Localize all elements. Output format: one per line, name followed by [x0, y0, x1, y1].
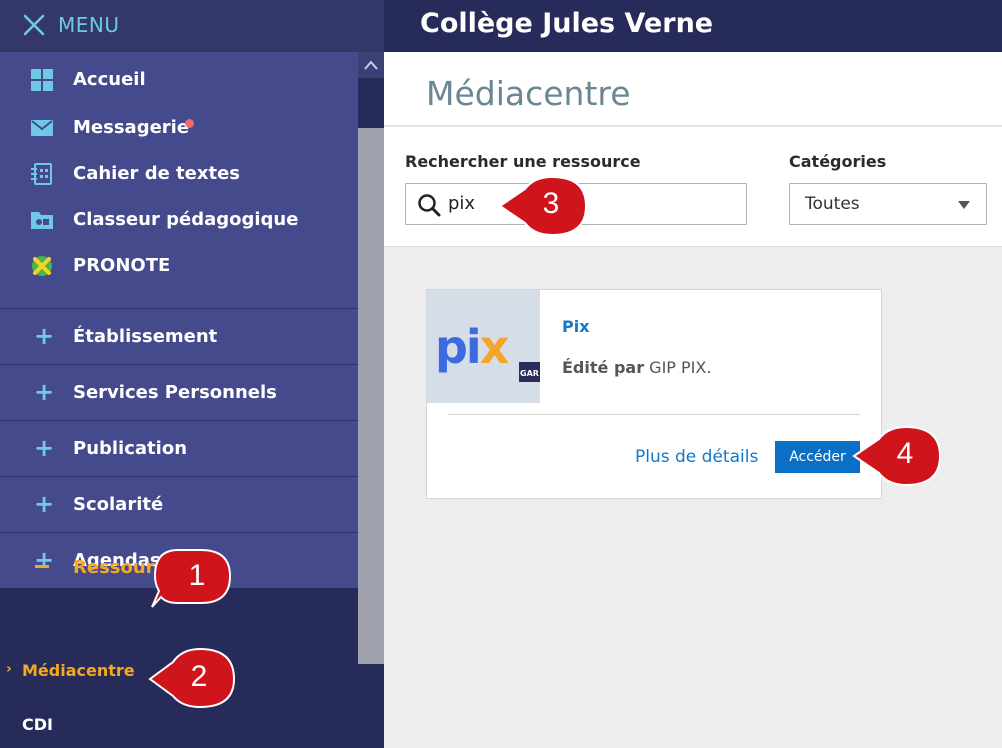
svg-text:GAR: GAR: [520, 369, 539, 378]
sidebar-section-services-personnels[interactable]: + Services Personnels: [0, 364, 358, 420]
section-label: Publication: [73, 438, 188, 459]
nav-panel: Accueil Messagerie Cahier de textes Clas…: [0, 52, 358, 588]
sidebar-item-label: Messagerie: [73, 117, 190, 138]
editor-label: Édité par: [562, 358, 645, 377]
sidebar-item-label: Accueil: [73, 69, 146, 90]
sidebar-subitem-cdi[interactable]: CDI: [0, 705, 358, 745]
collapse-icon: [35, 565, 49, 568]
menu-toggle[interactable]: MENU: [0, 0, 384, 52]
expand-icon: +: [34, 434, 55, 462]
svg-text:pix: pix: [435, 320, 509, 374]
page-header: Médiacentre: [384, 52, 1002, 126]
section-label: Établissement: [73, 326, 218, 347]
search-input-value: pix: [448, 193, 476, 214]
chevron-up-icon: [364, 60, 378, 70]
scroll-thumb[interactable]: [358, 128, 384, 664]
pix-logo: pix GAR: [427, 290, 540, 403]
school-name: Collège Jules Verne: [420, 8, 714, 39]
resource-card: pix GAR Pix Édité par GIP PIX. Plus de d…: [426, 289, 882, 499]
page-title: Médiacentre: [426, 74, 631, 113]
callout-number: 3: [542, 187, 560, 220]
scroll-up-button[interactable]: [358, 52, 384, 78]
folder-icon: [31, 212, 53, 229]
sidebar-item-classeur-pedagogique[interactable]: Classeur pédagogique: [0, 196, 358, 242]
sidebar-item-cahier-de-textes[interactable]: Cahier de textes: [0, 150, 358, 196]
pronote-icon: [32, 256, 52, 276]
sidebar-item-accueil[interactable]: Accueil: [0, 56, 358, 102]
envelope-icon: [31, 120, 53, 136]
top-bar: Collège Jules Verne: [384, 0, 1002, 52]
search-panel: Rechercher une ressource pix Catégories …: [384, 127, 1002, 247]
grid-icon: [31, 69, 53, 91]
sidebar-section-publication[interactable]: + Publication: [0, 420, 358, 476]
caret-down-icon: [958, 201, 970, 209]
search-icon: [418, 194, 441, 217]
access-button[interactable]: Accéder: [775, 441, 860, 473]
sidebar-section-etablissement[interactable]: + Établissement: [0, 308, 358, 364]
editor-name: GIP PIX.: [649, 358, 712, 377]
sidebar-item-label: Cahier de textes: [73, 163, 241, 184]
resource-editor: Édité par GIP PIX.: [562, 358, 711, 377]
callout-number: 4: [896, 437, 914, 470]
sidebar-item-pronote[interactable]: PRONOTE: [0, 242, 358, 288]
expand-icon: +: [34, 378, 55, 406]
sidebar-scrollbar[interactable]: [358, 52, 384, 748]
card-divider: [448, 414, 860, 415]
sidebar: MENU Accueil Messagerie Cahier de textes…: [0, 0, 384, 748]
expand-icon: +: [34, 322, 55, 350]
notebook-icon: [31, 163, 52, 185]
sidebar-item-label: PRONOTE: [73, 255, 171, 276]
menu-label: MENU: [58, 13, 120, 37]
sidebar-item-messagerie[interactable]: Messagerie: [0, 104, 358, 150]
callout-number: 1: [188, 559, 206, 592]
sidebar-item-label: Classeur pédagogique: [73, 209, 299, 230]
categories-selected-value: Toutes: [805, 194, 860, 214]
categories-label: Catégories: [789, 152, 887, 171]
section-label: Services Personnels: [73, 382, 277, 403]
subitem-label: CDI: [22, 715, 53, 734]
notification-dot: [185, 119, 194, 128]
expand-icon: +: [34, 490, 55, 518]
close-icon[interactable]: [22, 13, 46, 37]
resource-title[interactable]: Pix: [562, 317, 590, 336]
section-label: Scolarité: [73, 494, 164, 515]
main-content: Médiacentre Rechercher une ressource pix…: [384, 52, 1002, 748]
chevron-right-icon: ›: [6, 661, 12, 677]
sidebar-section-scolarite[interactable]: + Scolarité: [0, 476, 358, 532]
subitem-label: Médiacentre: [22, 661, 135, 680]
details-link[interactable]: Plus de détails: [635, 447, 758, 467]
callout-number: 2: [190, 660, 208, 693]
search-label: Rechercher une ressource: [405, 152, 641, 171]
categories-select[interactable]: Toutes: [789, 183, 987, 225]
